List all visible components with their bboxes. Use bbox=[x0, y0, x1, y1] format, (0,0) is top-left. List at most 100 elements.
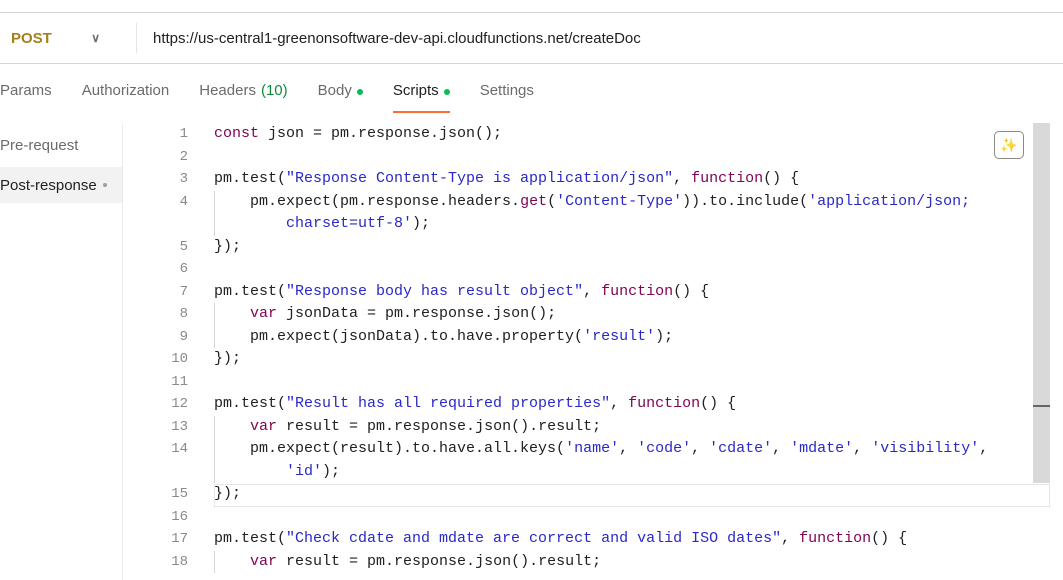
line-number: 3 bbox=[179, 171, 188, 187]
code-token: pm.test( bbox=[214, 170, 287, 187]
code-token: , bbox=[853, 440, 872, 457]
editor-scrollbar[interactable] bbox=[1033, 123, 1050, 483]
code-token: () { bbox=[871, 530, 908, 547]
script-sidebar: Pre-request Post-response bbox=[0, 123, 123, 580]
tab-label: Params bbox=[0, 82, 52, 99]
string-token: 'visibility' bbox=[871, 440, 980, 457]
string-token: "Response body has result object" bbox=[286, 282, 584, 300]
code-token: pm.test( bbox=[214, 530, 287, 547]
string-token: 'name' bbox=[565, 440, 620, 457]
code-token: ); bbox=[412, 215, 431, 232]
indent-guide bbox=[214, 550, 215, 573]
indent-guide bbox=[214, 213, 215, 236]
code-token: , bbox=[610, 395, 629, 412]
keyword-token: var bbox=[250, 305, 278, 322]
line-number: 5 bbox=[179, 238, 188, 255]
string-token: "Result has all required properties" bbox=[286, 395, 611, 412]
string-token: charset=utf-8' bbox=[214, 215, 413, 232]
line-number: 8 bbox=[179, 306, 188, 322]
tab-label: Settings bbox=[479, 82, 534, 99]
line-number: 13 bbox=[171, 418, 188, 435]
keyword-token: function bbox=[628, 395, 701, 412]
string-token: 'Content-Type' bbox=[556, 192, 683, 210]
line-number: 9 bbox=[179, 328, 188, 345]
string-token: 'id' bbox=[214, 462, 323, 480]
code-token: , bbox=[691, 440, 710, 457]
line-number: 14 bbox=[171, 441, 188, 457]
string-token: 'result' bbox=[583, 327, 656, 345]
tab-authorization[interactable]: Authorization bbox=[82, 82, 170, 114]
tab-params[interactable]: Params bbox=[0, 82, 52, 114]
line-number: 17 bbox=[171, 531, 188, 547]
indent-guide bbox=[214, 438, 215, 461]
tab-label: Scripts bbox=[392, 82, 439, 99]
code-token: }); bbox=[214, 350, 242, 367]
line-number: 1 bbox=[179, 126, 188, 142]
code-text: pm.test("Check cdate and mdate are corre… bbox=[214, 528, 907, 551]
keyword-token: var bbox=[250, 552, 278, 570]
current-line-highlight bbox=[214, 484, 1050, 507]
code-token: () { bbox=[673, 282, 710, 300]
string-token: 'code' bbox=[637, 440, 692, 457]
code-text: var result = pm.response.json().result; bbox=[214, 416, 601, 439]
keyword-token: function bbox=[601, 282, 674, 300]
tab-label: Headers bbox=[199, 82, 256, 99]
code-token: pm.expect(pm.response.headers. bbox=[214, 192, 521, 210]
code-token: , bbox=[781, 530, 800, 547]
code-token: pm.expect(result).to.have.all.keys( bbox=[214, 440, 566, 457]
script-tab-label: Post-response bbox=[0, 176, 97, 194]
tab-scripts[interactable]: Scripts bbox=[392, 82, 450, 114]
method-select[interactable]: POST ∨ bbox=[0, 23, 120, 53]
url-input[interactable]: https://us-central1-greenonsoftware-dev-… bbox=[137, 30, 641, 47]
code-text: }); bbox=[214, 236, 241, 259]
script-tab-post-response[interactable]: Post-response bbox=[0, 167, 122, 203]
code-token: json = pm.response.json(); bbox=[259, 125, 503, 142]
line-number: 4 bbox=[179, 193, 188, 210]
tab-label: Body bbox=[317, 82, 352, 99]
code-token: , bbox=[619, 440, 638, 457]
chevron-down-icon: ∨ bbox=[91, 31, 100, 45]
line-number: 16 bbox=[171, 508, 188, 525]
code-text: pm.test("Response Content-Type is applic… bbox=[214, 168, 799, 191]
code-token: , bbox=[772, 440, 791, 457]
string-token: 'application/json; bbox=[808, 192, 971, 210]
code-text: charset=utf-8'); bbox=[214, 213, 430, 236]
magic-wand-icon: ✨ bbox=[1000, 136, 1018, 153]
string-token: 'cdate' bbox=[709, 440, 773, 457]
code-token: () { bbox=[700, 395, 737, 412]
line-number: 2 bbox=[179, 148, 188, 165]
code-text: var jsonData = pm.response.json(); bbox=[214, 303, 556, 326]
keyword-token: function bbox=[799, 530, 872, 547]
request-tabs: Params Authorization Headers (10) Body Script… bbox=[0, 82, 564, 114]
line-number: 10 bbox=[171, 351, 188, 367]
script-tab-pre-request[interactable]: Pre-request bbox=[0, 127, 122, 163]
beautify-button[interactable]: ✨ bbox=[994, 131, 1024, 159]
code-editor[interactable]: 1 8 var result = pm.response.json().resul… bbox=[122, 123, 1063, 580]
string-token: "Check cdate and mdate are correct and v… bbox=[286, 530, 782, 547]
tab-body[interactable]: Body bbox=[318, 82, 363, 114]
tab-count: (10) bbox=[260, 82, 288, 99]
code-text: 'id'); bbox=[214, 461, 340, 484]
string-token: "Response Content-Type is application/js… bbox=[286, 170, 674, 187]
code-token: () { bbox=[763, 170, 800, 187]
keyword-token: const bbox=[214, 125, 260, 142]
code-token: }); bbox=[214, 237, 242, 255]
code-text: pm.expect(jsonData).to.have.property('re… bbox=[214, 326, 673, 349]
line-number: 11 bbox=[171, 373, 188, 390]
status-dot bbox=[443, 89, 450, 95]
url-bar: POST ∨ https://us-central1-greenonsoftwa… bbox=[0, 13, 1063, 64]
code-text: pm.test("Response body has result object… bbox=[214, 281, 709, 304]
script-tab-label: Pre-request bbox=[0, 136, 79, 154]
code-text: pm.expect(result).to.have.all.keys('name… bbox=[214, 438, 988, 461]
code-text: var result = pm.response.json().result; bbox=[214, 551, 601, 574]
string-token: 'mdate' bbox=[790, 440, 854, 457]
tab-headers[interactable]: Headers (10) bbox=[199, 82, 287, 114]
code-text: const json = pm.response.json(); bbox=[214, 123, 502, 146]
indent-guide bbox=[214, 415, 215, 438]
code-token: pm.test( bbox=[214, 395, 287, 412]
tab-settings[interactable]: Settings bbox=[480, 82, 534, 114]
line-number: 7 bbox=[179, 283, 188, 300]
code-token: result = pm.response.json().result; bbox=[277, 417, 602, 435]
